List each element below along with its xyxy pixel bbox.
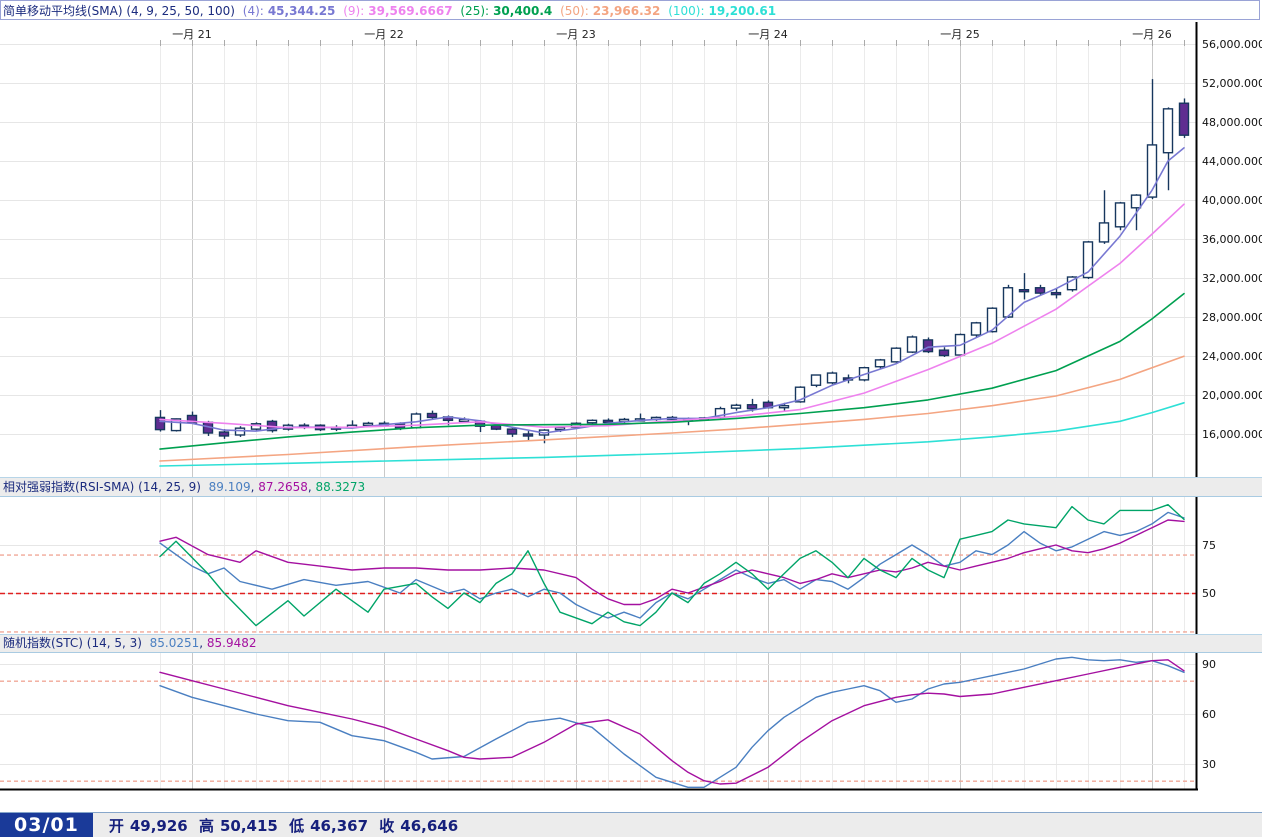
open-label: 开 [109,817,124,835]
rsi14-value: 89.109 [209,480,251,494]
svg-text:75: 75 [1202,539,1216,552]
sma50-label: (50): [560,4,589,18]
sma25-value: 30,400.4 [493,4,552,18]
rsi25-value: 87.2658 [258,480,308,494]
svg-text:90: 90 [1202,658,1216,671]
rsi-title: 相对强弱指数(RSI-SMA) (14, 25, 9) [3,480,201,494]
stc-d-value: 85.9482 [207,636,257,650]
rsi-separator-2: , [308,480,316,494]
svg-text:48,000.0000: 48,000.0000 [1202,116,1262,129]
low-value: 46,367 [310,817,368,835]
main-chart-plot[interactable] [0,22,1196,477]
sma9-label: (9): [343,4,364,18]
svg-text:30: 30 [1202,758,1216,771]
sma4-value: 45,344.25 [268,4,336,18]
svg-text:16,000.0000: 16,000.0000 [1202,428,1262,441]
close-label: 收 [379,817,394,835]
rsi9-value: 88.3273 [316,480,366,494]
trading-chart-page: { "colors": { "sma4": "#7878d2", "sma9":… [0,0,1262,837]
high-label: 高 [199,817,214,835]
sma-indicator-header: 简单移动平均线(SMA) (4, 9, 25, 50, 100) (4): 45,… [0,0,1260,20]
svg-text:50: 50 [1202,587,1216,600]
stc-separator: , [199,636,207,650]
open-value: 49,926 [130,817,188,835]
svg-text:36,000.0000: 36,000.0000 [1202,233,1262,246]
svg-text:24,000.0000: 24,000.0000 [1202,350,1262,363]
svg-text:32,000.0000: 32,000.0000 [1202,272,1262,285]
sma100-label: (100): [668,4,704,18]
sma25-label: (25): [460,4,489,18]
svg-text:44,000.0000: 44,000.0000 [1202,155,1262,168]
high-value: 50,415 [220,817,278,835]
svg-text:20,000.0000: 20,000.0000 [1202,389,1262,402]
sma4-label: (4): [243,4,264,18]
sma100-value: 19,200.61 [709,4,777,18]
svg-text:52,000.0000: 52,000.0000 [1202,77,1262,90]
rsi-indicator-header: 相对强弱指数(RSI-SMA) (14, 25, 9) 89.109, 87.2… [0,477,1262,497]
stc-plot[interactable] [0,653,1196,789]
svg-text:60: 60 [1202,708,1216,721]
sma50-value: 23,966.32 [593,4,661,18]
sma-title: 简单移动平均线(SMA) (4, 9, 25, 50, 100) [3,4,235,18]
svg-text:40,000.0000: 40,000.0000 [1202,194,1262,207]
date-badge: 03/01 [0,813,93,837]
ohlc-readout: 开 49,926 高 50,415 低 46,367 收 46,646 [109,815,464,836]
rsi-plot[interactable] [0,497,1196,633]
low-label: 低 [289,817,304,835]
stc-title: 随机指数(STC) (14, 5, 3) [3,636,142,650]
svg-text:56,000.0000: 56,000.0000 [1202,38,1262,51]
stc-indicator-header: 随机指数(STC) (14, 5, 3) 85.0251, 85.9482 [0,634,1262,653]
svg-text:28,000.0000: 28,000.0000 [1202,311,1262,324]
stc-k-value: 85.0251 [150,636,200,650]
sma9-value: 39,569.6667 [368,4,452,18]
close-value: 46,646 [400,817,458,835]
status-bar: 03/01 开 49,926 高 50,415 低 46,367 收 46,646 [0,812,1262,837]
